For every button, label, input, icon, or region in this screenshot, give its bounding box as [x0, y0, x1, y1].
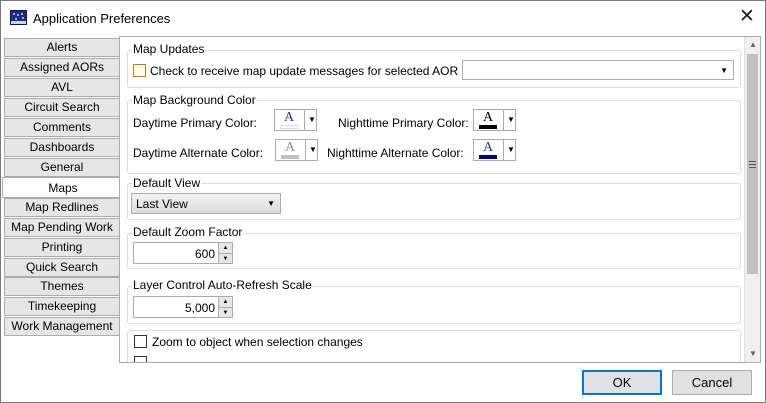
close-icon[interactable]: ✕: [737, 7, 757, 27]
default-view-select[interactable]: Last View ▼: [131, 193, 281, 214]
tab-themes[interactable]: Themes: [4, 277, 120, 296]
daytime-primary-color-button[interactable]: A ▼: [274, 109, 317, 131]
scroll-up-icon[interactable]: ▲: [745, 37, 760, 53]
tab-comments[interactable]: Comments: [4, 118, 120, 137]
nighttime-primary-color-button[interactable]: A ▼: [473, 109, 516, 131]
tab-map-pending-work[interactable]: Map Pending Work: [4, 218, 120, 237]
ok-button[interactable]: OK: [582, 370, 662, 395]
tab-assigned-aors[interactable]: Assigned AORs: [4, 58, 120, 77]
chevron-down-icon: ▼: [507, 145, 515, 154]
tab-timekeeping[interactable]: Timekeeping: [4, 297, 120, 316]
map-updates-checkbox-label: Check to receive map update messages for…: [150, 64, 459, 78]
color-swatch: [479, 155, 497, 159]
zoom-on-select-checkbox[interactable]: [134, 335, 147, 348]
cancel-button[interactable]: Cancel: [672, 370, 752, 395]
default-view-title: Default View: [132, 176, 202, 190]
panel-scrollbar[interactable]: ▲ ▼: [744, 37, 760, 362]
maps-settings-panel: Map Updates Check to receive map update …: [119, 36, 761, 363]
chevron-down-icon: ▼: [507, 115, 515, 124]
scrollbar-thumb[interactable]: [747, 54, 758, 274]
chevron-up-icon[interactable]: ▲: [218, 297, 232, 307]
tab-alerts[interactable]: Alerts: [4, 38, 120, 57]
nighttime-alternate-color-button[interactable]: A ▼: [473, 139, 516, 161]
chevron-down-icon: ▼: [308, 115, 316, 124]
map-updates-checkbox[interactable]: [133, 64, 146, 77]
chevron-down-icon: ▼: [720, 66, 728, 75]
daytime-alternate-label: Daytime Alternate Color:: [133, 146, 264, 160]
chevron-down-icon[interactable]: ▼: [218, 307, 232, 317]
zoom-on-select-label: Zoom to object when selection changes: [152, 335, 363, 349]
color-swatch: [281, 155, 299, 159]
tab-work-management[interactable]: Work Management: [4, 317, 120, 336]
layer-refresh-stepper[interactable]: 5,000 ▲ ▼: [133, 296, 233, 318]
layer-refresh-title: Layer Control Auto-Refresh Scale: [132, 278, 313, 292]
tab-circuit-search[interactable]: Circuit Search: [4, 98, 120, 117]
chevron-down-icon[interactable]: ▼: [218, 253, 232, 263]
daytime-alternate-color-button[interactable]: A ▼: [275, 139, 318, 161]
chevron-down-icon: ▼: [309, 145, 317, 154]
tab-quick-search[interactable]: Quick Search: [4, 258, 120, 277]
tab-map-redlines[interactable]: Map Redlines: [4, 198, 120, 217]
chevron-up-icon[interactable]: ▲: [218, 243, 232, 253]
font-color-icon: A: [284, 140, 296, 155]
font-color-icon: A: [482, 140, 494, 155]
tab-dashboards[interactable]: Dashboards: [4, 138, 120, 157]
color-swatch: [280, 125, 298, 129]
option-checkbox[interactable]: [134, 356, 147, 362]
nighttime-alternate-label: Nighttime Alternate Color:: [327, 146, 464, 160]
daytime-primary-label: Daytime Primary Color:: [133, 116, 258, 130]
zoom-factor-title: Default Zoom Factor: [132, 225, 244, 239]
font-color-icon: A: [283, 110, 295, 125]
aor-select[interactable]: ▼: [462, 60, 734, 80]
chevron-down-icon: ▼: [267, 199, 275, 208]
tab-avl[interactable]: AVL: [4, 78, 120, 97]
tab-printing[interactable]: Printing: [4, 238, 120, 257]
grip-icon: [749, 161, 756, 162]
scroll-down-icon[interactable]: ▼: [745, 346, 760, 362]
background-color-title: Map Background Color: [132, 93, 257, 107]
app-logo-icon: [10, 10, 27, 25]
color-swatch: [479, 125, 497, 129]
map-updates-title: Map Updates: [132, 42, 206, 56]
tab-maps[interactable]: Maps: [2, 177, 123, 198]
preferences-window: Application Preferences ✕ Alerts Assigne…: [0, 0, 766, 403]
tab-general[interactable]: General: [4, 158, 120, 177]
background-color-group: [127, 100, 741, 174]
window-title: Application Preferences: [33, 11, 171, 26]
font-color-icon: A: [482, 110, 494, 125]
nighttime-primary-label: Nighttime Primary Color:: [338, 116, 469, 130]
title-bar: Application Preferences ✕: [1, 1, 765, 34]
zoom-factor-stepper[interactable]: 600 ▲ ▼: [133, 242, 233, 264]
